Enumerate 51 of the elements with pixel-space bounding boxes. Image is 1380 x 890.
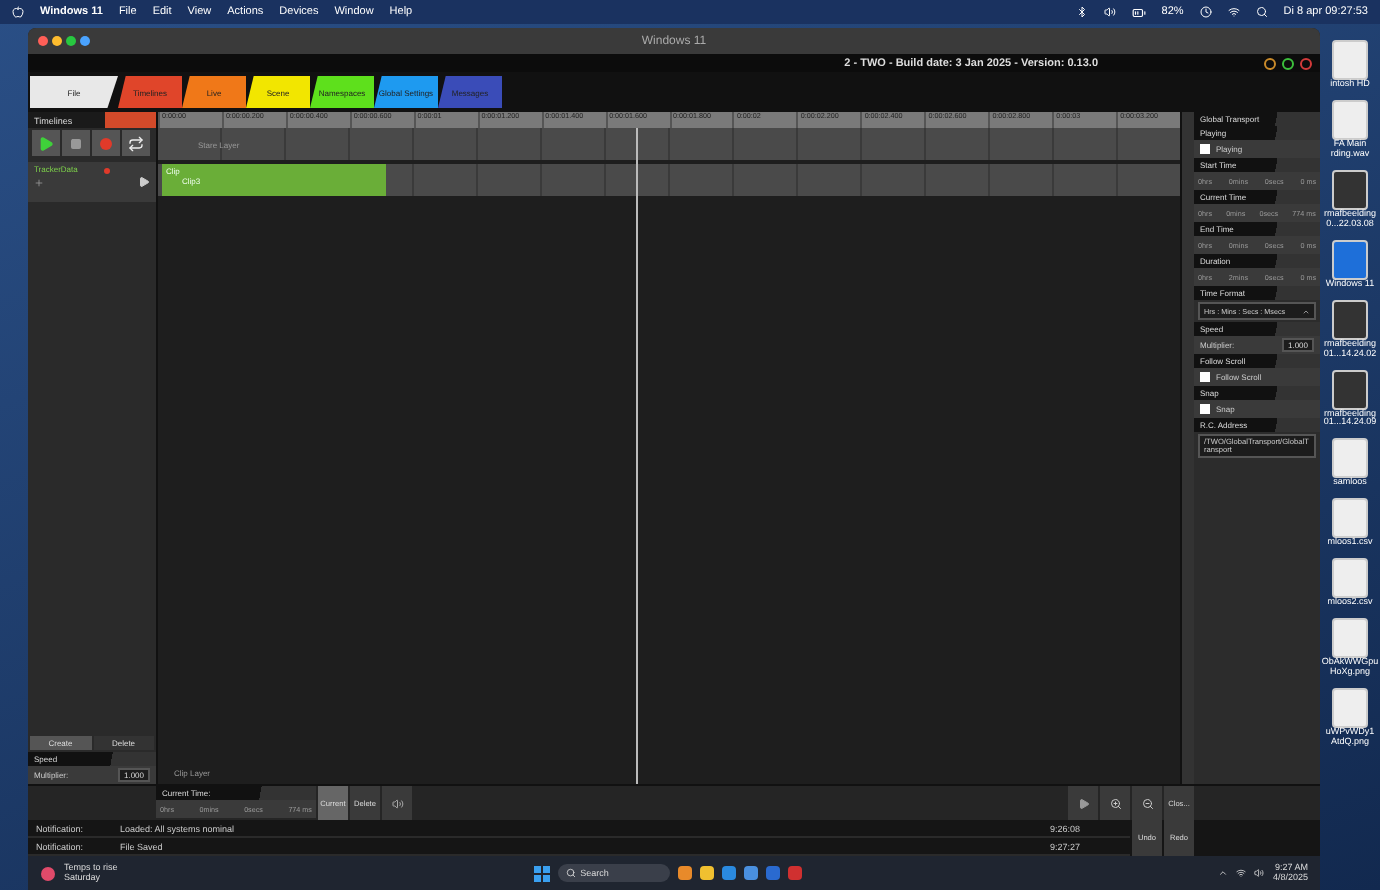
play-icon [38, 135, 54, 151]
search-icon [566, 868, 577, 878]
drive-icon[interactable] [1331, 40, 1368, 80]
close-button[interactable] [38, 36, 48, 46]
share-button[interactable] [80, 36, 90, 46]
wifi-icon[interactable] [1227, 6, 1240, 18]
speaker-icon [391, 797, 403, 809]
minimize-button[interactable] [52, 36, 62, 46]
checkbox[interactable] [1200, 404, 1210, 414]
checkbox[interactable] [1200, 144, 1210, 154]
stop-button[interactable] [62, 130, 90, 156]
stop-icon [70, 137, 82, 149]
scrollbar[interactable] [1180, 112, 1194, 784]
zoom-in-button[interactable] [1100, 786, 1130, 820]
loop-button[interactable] [122, 130, 150, 156]
image-thumbnail[interactable] [1332, 369, 1368, 409]
loop-icon [128, 135, 144, 151]
wifi-icon[interactable] [1236, 868, 1247, 878]
file-icon[interactable] [1331, 498, 1368, 539]
image-thumbnail[interactable] [1331, 169, 1368, 210]
add-icon[interactable] [34, 178, 44, 188]
zoom-button[interactable] [66, 36, 76, 46]
apple-icon[interactable] [12, 6, 24, 18]
file-icon[interactable] [1331, 618, 1368, 659]
vm-icon[interactable] [1332, 239, 1368, 280]
close-button[interactable] [1300, 57, 1312, 69]
weather-icon[interactable] [40, 865, 56, 881]
zoom-out-icon [1141, 797, 1153, 809]
minimize-button[interactable] [1264, 57, 1276, 69]
checkbox[interactable] [1200, 372, 1210, 382]
zoom-out-button[interactable] [1132, 786, 1162, 820]
battery-icon[interactable] [1131, 5, 1146, 19]
search-icon[interactable] [1255, 6, 1268, 18]
speaker-button[interactable] [382, 786, 412, 820]
volume-icon[interactable] [1254, 868, 1265, 878]
file-icon[interactable] [1331, 558, 1368, 599]
play-button[interactable] [1068, 786, 1098, 820]
bluetooth-icon[interactable] [1075, 6, 1088, 18]
record-icon [100, 137, 112, 149]
file-icon[interactable] [1331, 688, 1368, 729]
clock-icon[interactable] [1199, 6, 1212, 18]
play-icon[interactable] [137, 176, 150, 188]
file-icon[interactable] [1332, 438, 1368, 479]
play-icon [1077, 797, 1089, 809]
zoom-in-icon [1109, 797, 1121, 809]
image-thumbnail[interactable] [1332, 299, 1368, 340]
volume-icon[interactable] [1103, 6, 1116, 18]
play-button[interactable] [32, 130, 60, 156]
file-icon[interactable] [1331, 99, 1368, 140]
start-icon[interactable] [534, 865, 551, 881]
maximize-button[interactable] [1282, 57, 1294, 69]
